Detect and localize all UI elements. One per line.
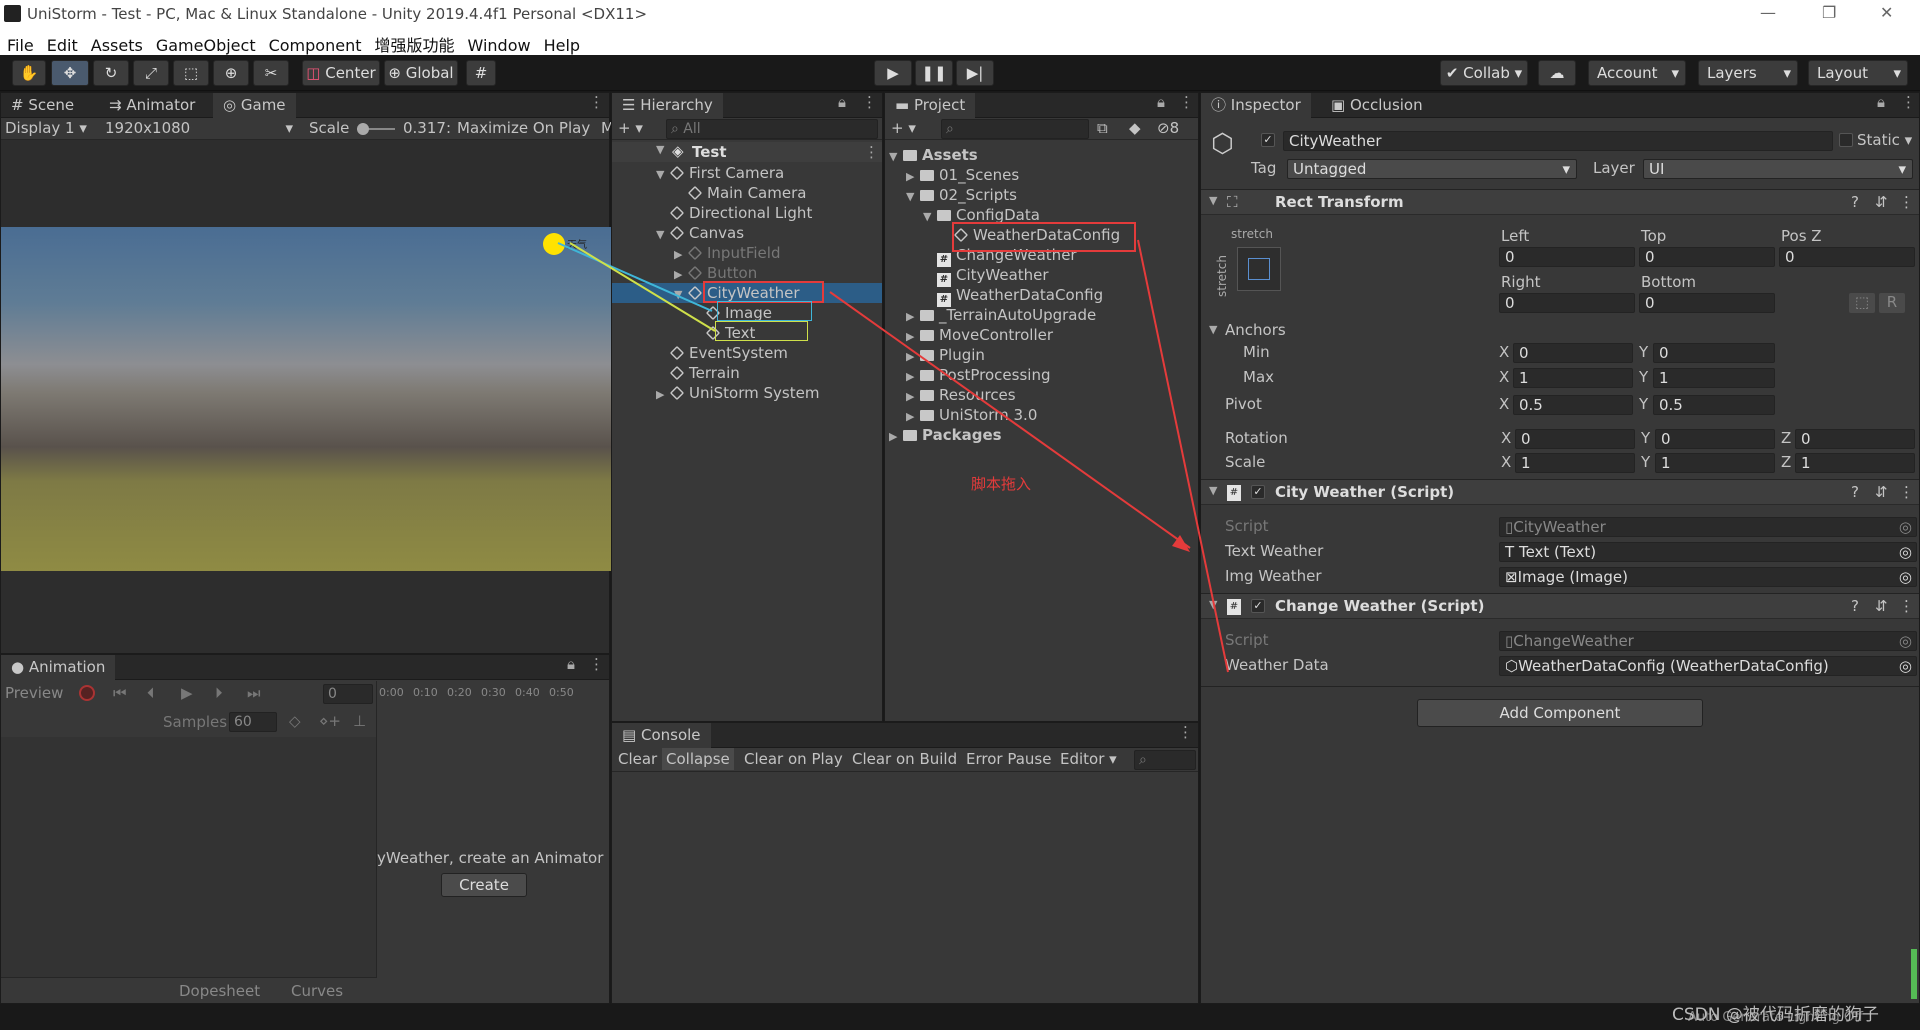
yellow-link-line	[569, 242, 716, 332]
cyan-link-line	[557, 242, 713, 312]
drag-arrow-line	[829, 291, 1191, 549]
drag-arrow-line-2	[1137, 239, 1229, 673]
annotation-arrows	[557, 239, 1229, 673]
